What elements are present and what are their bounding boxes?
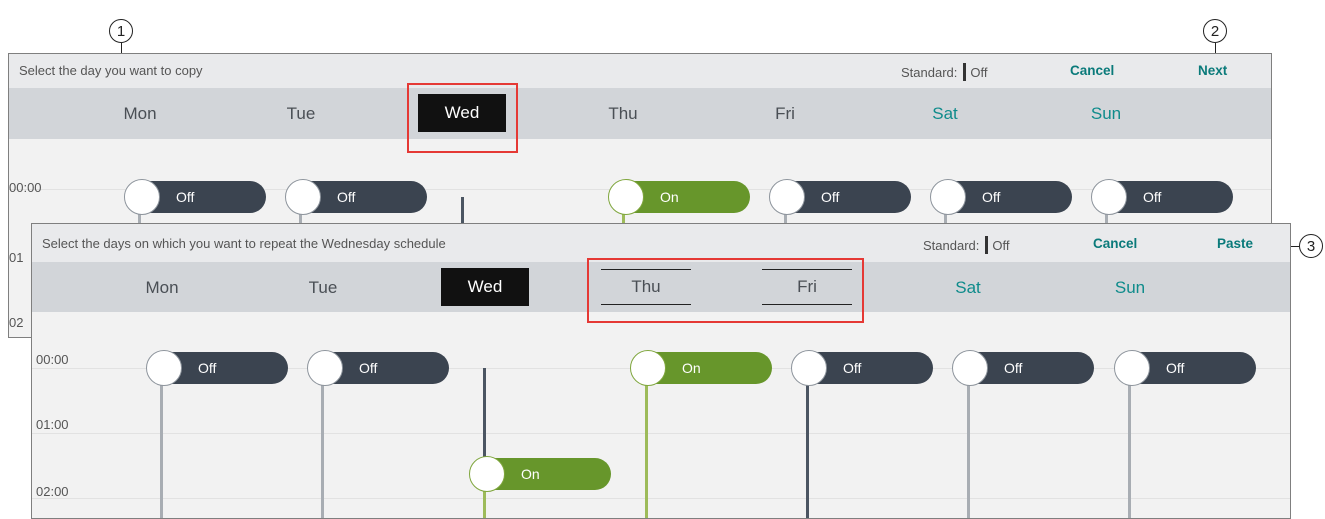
toggle-label: On	[682, 360, 701, 376]
paste-day-sun[interactable]: Sun	[1085, 262, 1175, 313]
copy-time-label: 00:00	[9, 180, 42, 195]
copy-day-fri[interactable]: Fri	[740, 88, 830, 139]
paste-standard: Standard: Off	[923, 236, 1009, 254]
toggle-label: Off	[337, 189, 356, 205]
toggle-label: Off	[198, 360, 217, 376]
copy-day-tue[interactable]: Tue	[256, 88, 346, 139]
toggle-knob	[769, 179, 805, 215]
toggle-label: On	[660, 189, 679, 205]
copy-time-label: 02	[9, 315, 24, 330]
paste-timeline-wed	[483, 368, 486, 458]
paste-timeline-wed-on	[483, 488, 486, 518]
paste-day-mon[interactable]: Mon	[117, 262, 207, 313]
callout-2: 2	[1203, 19, 1227, 43]
toggle-knob	[930, 179, 966, 215]
copy-day-sat[interactable]: Sat	[900, 88, 990, 139]
copy-day-sun[interactable]: Sun	[1061, 88, 1151, 139]
paste-timeline-sun	[1128, 384, 1131, 518]
copy-toggle-sun[interactable]: Off	[1091, 179, 1233, 215]
paste-standard-label: Standard:	[923, 238, 980, 253]
copy-next-button[interactable]: Next	[1198, 63, 1227, 78]
paste-schedule-grid: 00:00 01:00 02:00 Off Off On On Off Off …	[32, 312, 1290, 518]
paste-cancel-button[interactable]: Cancel	[1093, 236, 1137, 251]
toggle-knob	[146, 350, 182, 386]
paste-toggle-thu[interactable]: On	[630, 350, 772, 386]
paste-timeline-thu	[645, 384, 648, 518]
paste-toolbar: Select the days on which you want to rep…	[32, 224, 1290, 262]
paste-toggle-tue[interactable]: Off	[307, 350, 449, 386]
toggle-knob	[307, 350, 343, 386]
toggle-knob	[608, 179, 644, 215]
copy-standard-label: Standard:	[901, 65, 958, 80]
copy-standard-value: Off	[970, 65, 988, 80]
paste-standard-switch[interactable]	[985, 236, 989, 254]
callout-1: 1	[109, 19, 133, 43]
toggle-label: Off	[359, 360, 378, 376]
copy-time-label: 01	[9, 250, 24, 265]
copy-standard: Standard: Off	[901, 63, 987, 81]
paste-timeline-fri	[806, 384, 809, 518]
paste-toggle-mon[interactable]: Off	[146, 350, 288, 386]
toggle-knob	[952, 350, 988, 386]
toggle-label: Off	[176, 189, 195, 205]
toggle-knob	[124, 179, 160, 215]
paste-day-sat[interactable]: Sat	[923, 262, 1013, 313]
toggle-knob	[469, 456, 505, 492]
toggle-knob	[791, 350, 827, 386]
toggle-knob	[1091, 179, 1127, 215]
paste-toggle-sun[interactable]: Off	[1114, 350, 1256, 386]
paste-toggle-wed-0200[interactable]: On	[469, 456, 611, 492]
copy-day-bar: Mon Tue Wed Thu Fri Sat Sun	[9, 88, 1271, 139]
copy-toggle-mon[interactable]: Off	[124, 179, 266, 215]
paste-button[interactable]: Paste	[1217, 236, 1253, 251]
toggle-label: Off	[843, 360, 862, 376]
paste-toggle-fri[interactable]: Off	[791, 350, 933, 386]
callout-3: 3	[1299, 234, 1323, 258]
paste-timeline-sat	[967, 384, 970, 518]
copy-instruction: Select the day you want to copy	[19, 63, 203, 78]
paste-standard-value: Off	[992, 238, 1010, 253]
copy-standard-switch[interactable]	[963, 63, 967, 81]
copy-day-thu[interactable]: Thu	[578, 88, 668, 139]
paste-instruction: Select the days on which you want to rep…	[42, 236, 446, 251]
toggle-label: Off	[982, 189, 1001, 205]
copy-toggle-sat[interactable]: Off	[930, 179, 1072, 215]
paste-day-wed-source[interactable]: Wed	[441, 268, 529, 306]
paste-timeline-tue	[321, 384, 324, 518]
copy-day-mon[interactable]: Mon	[95, 88, 185, 139]
copy-toggle-tue[interactable]: Off	[285, 179, 427, 215]
toggle-knob	[285, 179, 321, 215]
paste-day-tue[interactable]: Tue	[278, 262, 368, 313]
copy-toggle-fri[interactable]: Off	[769, 179, 911, 215]
highlight-copy-source	[407, 83, 518, 153]
paste-timeline-mon	[160, 384, 163, 518]
copy-toolbar: Select the day you want to copy Standard…	[9, 54, 1271, 88]
toggle-label: Off	[1166, 360, 1185, 376]
copy-cancel-button[interactable]: Cancel	[1070, 63, 1114, 78]
copy-toggle-thu[interactable]: On	[608, 179, 750, 215]
toggle-label: Off	[821, 189, 840, 205]
toggle-knob	[1114, 350, 1150, 386]
paste-hour-line	[32, 433, 1290, 434]
highlight-paste-targets	[587, 258, 864, 323]
toggle-label: Off	[1143, 189, 1162, 205]
toggle-knob	[630, 350, 666, 386]
paste-time-label: 02:00	[36, 484, 69, 499]
paste-hour-line	[32, 498, 1290, 499]
paste-time-label: 01:00	[36, 417, 69, 432]
paste-time-label: 00:00	[36, 352, 69, 367]
paste-toggle-sat[interactable]: Off	[952, 350, 1094, 386]
toggle-label: Off	[1004, 360, 1023, 376]
toggle-label: On	[521, 466, 540, 482]
